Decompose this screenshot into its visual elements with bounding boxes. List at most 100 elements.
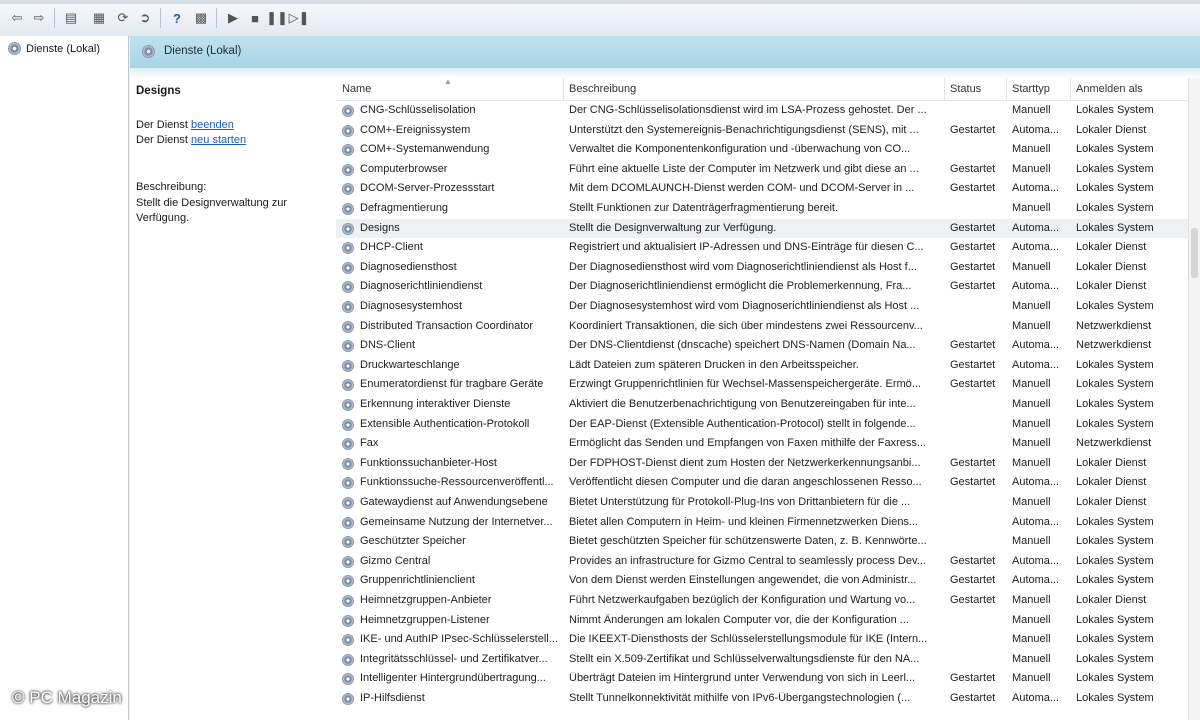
vertical-scrollbar[interactable] <box>1188 78 1200 720</box>
service-starttype: Manuell <box>1012 378 1051 391</box>
table-row[interactable]: Geschützter Speicher Bietet geschützten S… <box>336 532 1188 552</box>
table-row[interactable]: Intelligenter Hintergrundübertragung... Ü… <box>336 669 1188 689</box>
service-logon: Lokales System <box>1076 574 1154 587</box>
column-divider[interactable] <box>563 78 564 100</box>
start-service-icon[interactable]: ▶ <box>224 9 242 27</box>
description-label: Beschreibung: <box>136 181 207 193</box>
service-status: Gestartet <box>950 241 996 254</box>
table-row[interactable]: Diagnosediensthost Der Diagnosediensthost… <box>336 258 1188 278</box>
service-logon: Lokales System <box>1076 613 1154 626</box>
table-row[interactable]: Designs Stellt die Designverwaltung zur V… <box>336 218 1188 239</box>
toolbar-separator <box>160 8 161 28</box>
service-gear-icon <box>342 634 354 647</box>
table-row[interactable]: Fax Ermöglicht das Senden und Empfangen v… <box>336 434 1188 454</box>
service-logon: Netzwerkdienst <box>1076 437 1152 450</box>
console-tree-icon[interactable]: ▤ <box>62 9 80 27</box>
service-gear-icon <box>342 261 354 274</box>
table-row[interactable]: Integritätsschlüssel- und Zertifikatver.… <box>336 650 1188 670</box>
service-gear-icon <box>342 144 354 157</box>
table-row[interactable]: Distributed Transaction Coordinator Koord… <box>336 317 1188 337</box>
service-starttype: Automa... <box>1012 476 1060 489</box>
table-row[interactable]: Gemeinsame Nutzung der Internetver... Bie… <box>336 513 1188 533</box>
service-description: Aktiviert die Benutzerbenachrichtigung v… <box>569 398 916 410</box>
service-logon: Lokales System <box>1076 182 1154 195</box>
panel-title: Dienste (Lokal) <box>164 45 242 57</box>
service-description: Bietet allen Computern in Heim- und klei… <box>569 515 919 528</box>
column-header-logon[interactable]: Anmelden als <box>1076 83 1143 95</box>
scrollbar-thumb[interactable] <box>1191 228 1198 278</box>
service-logon: Lokales System <box>1076 633 1154 646</box>
service-gear-icon <box>342 163 354 176</box>
table-row[interactable]: DNS-Client Der DNS-Clientdienst (dnscache… <box>336 336 1188 356</box>
service-starttype: Manuell <box>1012 300 1051 312</box>
service-name: Heimnetzgruppen-Anbieter <box>360 594 492 606</box>
table-row[interactable]: Druckwarteschlange Lädt Dateien zum späte… <box>336 356 1188 376</box>
service-name: DCOM-Server-Prozessstart <box>360 182 495 195</box>
service-logon: Lokales System <box>1076 554 1154 567</box>
column-divider[interactable] <box>944 78 945 100</box>
table-row[interactable]: Defragmentierung Stellt Funktionen zur Da… <box>336 199 1188 219</box>
table-row[interactable]: Diagnosesystemhost Der Diagnosesystemhost… <box>336 297 1188 317</box>
service-logon: Lokaler Dienst <box>1076 241 1147 254</box>
stop-service-link[interactable]: beenden <box>191 119 234 131</box>
back-arrow-icon[interactable]: ⇦ <box>8 9 26 27</box>
properties-icon[interactable]: ▦ <box>90 9 108 27</box>
forward-arrow-icon[interactable]: ⇨ <box>30 9 48 27</box>
service-description: Stellt ein X.509-Zertifikat und Schlüsse… <box>569 652 920 665</box>
column-header-starttype[interactable]: Starttyp <box>1012 83 1050 95</box>
table-row[interactable]: CNG-Schlüsselisolation Der CNG-Schlüsseli… <box>336 101 1188 121</box>
service-status: Gestartet <box>950 221 996 234</box>
service-status: Gestartet <box>950 378 996 391</box>
service-logon: Lokales System <box>1076 300 1154 312</box>
service-gear-icon <box>342 320 354 333</box>
column-header-name[interactable]: Name <box>342 83 371 95</box>
table-row[interactable]: COM+-Ereignissystem Unterstützt den Syste… <box>336 121 1188 141</box>
table-row[interactable]: IKE- und AuthIP IPsec-Schlüsselerstell..… <box>336 630 1188 650</box>
table-row[interactable]: Extensible Authentication-Protokoll Der E… <box>336 415 1188 435</box>
restart-service-icon[interactable]: ▷❚ <box>289 9 310 27</box>
column-divider[interactable] <box>1006 78 1007 100</box>
service-logon: Lokales System <box>1076 162 1154 175</box>
table-row[interactable]: Gatewaydienst auf Anwendungsebene Bietet … <box>336 493 1188 513</box>
service-starttype: Automa... <box>1012 221 1060 234</box>
service-logon: Lokales System <box>1076 202 1154 214</box>
table-row[interactable]: Computerbrowser Führt eine aktuelle Liste… <box>336 160 1188 180</box>
table-row[interactable]: Funktionssuchanbieter-Host Der FDPHOST-Di… <box>336 454 1188 474</box>
service-description: Stellt die Designverwaltung zur Verfügun… <box>569 221 777 234</box>
column-header-description[interactable]: Beschreibung <box>569 83 636 95</box>
service-starttype: Automa... <box>1012 358 1060 371</box>
tree-item-services-local[interactable]: Dienste (Lokal) <box>8 42 100 55</box>
table-row[interactable]: Heimnetzgruppen-Anbieter Führt Netzwerkau… <box>336 591 1188 611</box>
table-row[interactable]: DCOM-Server-Prozessstart Mit dem DCOMLAUN… <box>336 179 1188 199</box>
table-row[interactable]: IP-Hilfsdienst Stellt Tunnelkonnektivität… <box>336 689 1188 709</box>
service-name: Druckwarteschlange <box>360 358 460 371</box>
table-row[interactable]: Gizmo Central Provides an infrastructure … <box>336 552 1188 572</box>
restart-service-link[interactable]: neu starten <box>191 134 246 146</box>
service-status: Gestartet <box>950 594 996 606</box>
table-row[interactable]: COM+-Systemanwendung Verwaltet die Kompon… <box>336 140 1188 160</box>
column-header-status[interactable]: Status <box>950 83 981 95</box>
table-row[interactable]: Gruppenrichtlinienclient Von dem Dienst w… <box>336 571 1188 591</box>
refresh-icon[interactable]: ⟳ <box>114 9 132 27</box>
service-description: Erzwingt Gruppenrichtlinien für Wechsel-… <box>569 378 921 391</box>
service-logon: Lokales System <box>1076 515 1154 528</box>
table-row[interactable]: DHCP-Client Registriert und aktualisiert … <box>336 238 1188 258</box>
help-icon[interactable]: ? <box>168 9 186 27</box>
service-starttype: Manuell <box>1012 260 1051 273</box>
column-divider[interactable] <box>1070 78 1071 100</box>
table-row[interactable]: Diagnoserichtliniendienst Der Diagnoseric… <box>336 277 1188 297</box>
stop-service-icon[interactable]: ■ <box>246 9 264 27</box>
export-list-icon[interactable]: ➲ <box>136 9 154 27</box>
pause-service-icon[interactable]: ❚❚ <box>266 9 288 27</box>
table-row[interactable]: Heimnetzgruppen-Listener Nimmt Änderungen… <box>336 611 1188 631</box>
table-row[interactable]: Funktionssuche-Ressourcenveröffentl... Ve… <box>336 473 1188 493</box>
service-logon: Lokales System <box>1076 692 1154 704</box>
service-description: Koordiniert Transaktionen, die sich über… <box>569 319 923 332</box>
table-row[interactable]: Enumeratordienst für tragbare Geräte Erzw… <box>336 375 1188 395</box>
view-icon[interactable]: ▩ <box>192 9 210 27</box>
service-description: Unterstützt den Systemereignis-Benachric… <box>569 123 919 136</box>
service-starttype: Manuell <box>1012 652 1051 665</box>
service-logon: Lokales System <box>1076 417 1154 430</box>
table-row[interactable]: Erkennung interaktiver Dienste Aktiviert … <box>336 395 1188 415</box>
service-starttype: Automa... <box>1012 554 1060 567</box>
